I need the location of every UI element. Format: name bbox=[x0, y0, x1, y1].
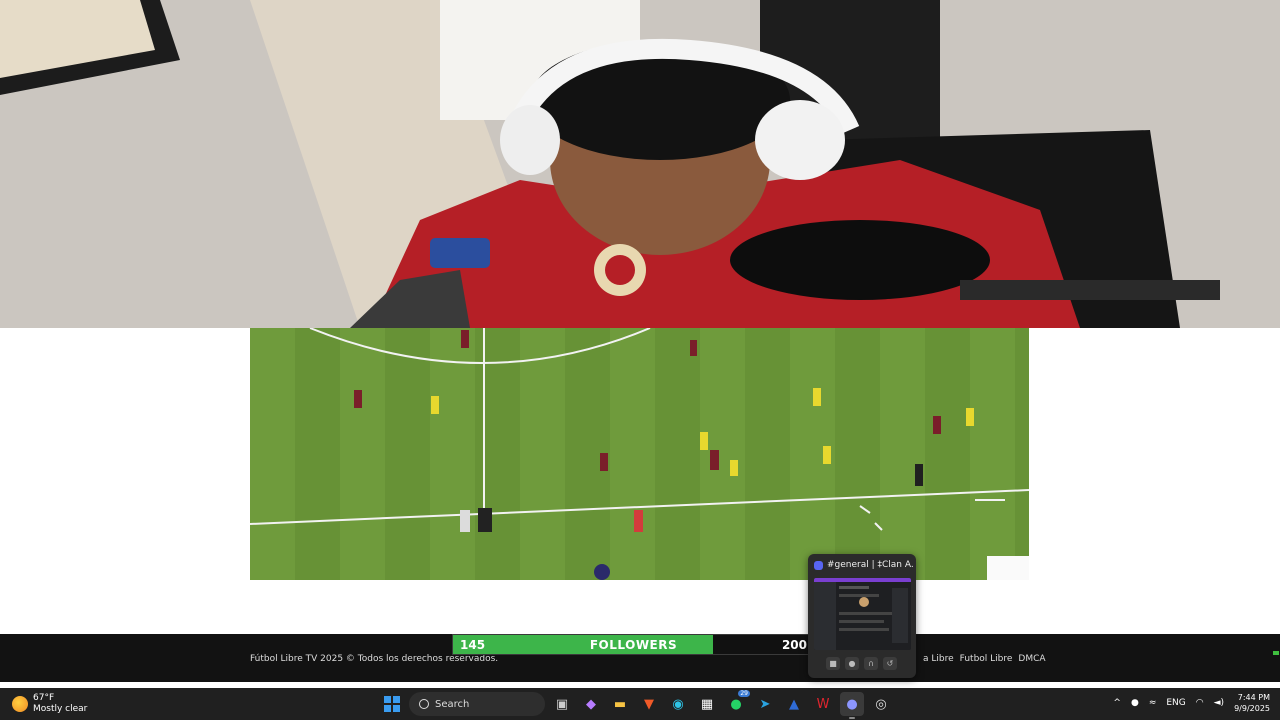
weather-temp: 67°F bbox=[33, 693, 55, 703]
clock-date: 9/9/2025 bbox=[1234, 704, 1270, 713]
wifi-icon[interactable]: ◠ bbox=[1196, 698, 1204, 708]
search-box[interactable]: Search bbox=[409, 692, 545, 716]
copilot-icon[interactable]: ◆ bbox=[579, 692, 603, 716]
volume-icon[interactable]: ◄) bbox=[1214, 698, 1224, 708]
discord-preview-title-text: #general | ‡Clan A... bbox=[827, 560, 914, 570]
status-dot bbox=[1273, 651, 1279, 655]
whatsapp-icon[interactable]: ● 29 bbox=[724, 690, 750, 716]
system-tray: ^ ● ≈ ENG ◠ ◄) 7:44 PM 9/9/2025 bbox=[1113, 692, 1270, 714]
taskbar: 67°F Mostly clear Search ▣ ◆ ▬ ▼ ◉ ▦ ● 29… bbox=[0, 688, 1280, 720]
football-video[interactable] bbox=[250, 328, 1029, 580]
discord-preview-controls: ■ ● ∩ ↺ bbox=[826, 657, 897, 670]
webcam-feed bbox=[0, 0, 1280, 328]
followers-goal-bar: 145 FOLLOWERS 200 bbox=[452, 634, 813, 655]
clock[interactable]: 7:44 PM 9/9/2025 bbox=[1234, 692, 1270, 714]
telegram-icon[interactable]: ➤ bbox=[753, 692, 777, 716]
microsoft-store-icon[interactable]: ▦ bbox=[695, 692, 719, 716]
chevron-up-icon[interactable]: ^ bbox=[1113, 698, 1121, 708]
followers-label: FOLLOWERS bbox=[589, 638, 678, 652]
wps-office-icon[interactable]: W bbox=[811, 692, 835, 716]
footer-links: a Libre Futbol Libre DMCA bbox=[923, 654, 1046, 664]
discord-icon[interactable]: ● bbox=[840, 692, 864, 719]
discord-icon bbox=[814, 560, 823, 570]
weather-widget[interactable]: 67°F Mostly clear bbox=[12, 693, 87, 715]
discord-preview-thumbnail[interactable] bbox=[814, 578, 911, 650]
weather-desc: Mostly clear bbox=[33, 704, 88, 714]
task-view-icon[interactable]: ▣ bbox=[550, 692, 574, 716]
search-label: Search bbox=[435, 698, 470, 710]
footer-link-dmca[interactable]: DMCA bbox=[1018, 654, 1045, 664]
language-indicator[interactable]: ENG bbox=[1166, 698, 1185, 708]
file-explorer-icon[interactable]: ▬ bbox=[608, 692, 632, 716]
mega-icon[interactable]: ▲ bbox=[782, 692, 806, 716]
network-activity-icon[interactable]: ≈ bbox=[1149, 698, 1157, 708]
footer-copyright: Fútbol Libre TV 2025 © Todos los derecho… bbox=[250, 654, 499, 664]
camera-icon[interactable]: ■ bbox=[826, 657, 840, 670]
discord-taskbar-preview[interactable]: #general | ‡Clan A... ■ ● ∩ ↺ bbox=[808, 554, 916, 678]
brave-icon[interactable]: ▼ bbox=[637, 692, 661, 716]
discord-preview-title: #general | ‡Clan A... bbox=[814, 560, 914, 570]
hangup-icon[interactable]: ↺ bbox=[883, 657, 897, 670]
headset-icon[interactable]: ∩ bbox=[864, 657, 878, 670]
mic-icon[interactable]: ● bbox=[845, 657, 859, 670]
whatsapp-badge: 29 bbox=[738, 690, 750, 697]
obs-icon[interactable]: ◎ bbox=[869, 692, 893, 716]
security-icon[interactable]: ● bbox=[1131, 698, 1139, 708]
search-icon bbox=[419, 699, 429, 709]
edge-icon[interactable]: ◉ bbox=[666, 692, 690, 716]
footer-link-futbol-libre[interactable]: Futbol Libre bbox=[960, 654, 1013, 664]
windows-start-icon[interactable] bbox=[380, 692, 404, 716]
clock-time: 7:44 PM bbox=[1237, 693, 1270, 702]
weather-icon bbox=[12, 696, 28, 712]
followers-goal: 200 bbox=[781, 638, 807, 652]
taskbar-apps: Search ▣ ◆ ▬ ▼ ◉ ▦ ● 29 ➤ ▲ W ● ◎ bbox=[380, 690, 893, 719]
footer-link-libre[interactable]: a Libre bbox=[923, 654, 954, 664]
